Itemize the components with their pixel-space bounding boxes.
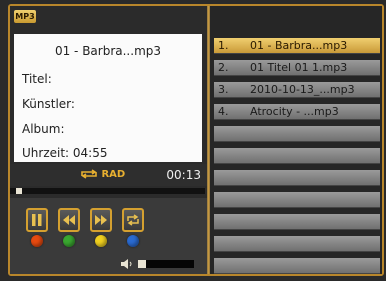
repeat-mode-indicator: RAD bbox=[80, 168, 140, 182]
playlist-row[interactable]: 3. 2010-10-13_...mp3 bbox=[214, 82, 380, 98]
playlist-row[interactable] bbox=[214, 126, 380, 142]
playlist-row-number: 1. bbox=[218, 39, 229, 52]
repeat-mode-label: RAD bbox=[101, 169, 126, 180]
playlist-row[interactable] bbox=[214, 258, 380, 274]
duration-label: Uhrzeit: 04:55 bbox=[22, 146, 108, 160]
track-info-box: 01 - Barbra...mp3 Titel: Künstler: Album… bbox=[14, 34, 202, 162]
pause-indicator-dot bbox=[31, 235, 43, 247]
pause-icon bbox=[32, 214, 42, 226]
media-player-window: MP3 01 - Barbra...mp3 Titel: Künstler: A… bbox=[8, 4, 384, 276]
repeat-button[interactable] bbox=[122, 208, 144, 232]
playlist-row[interactable] bbox=[214, 148, 380, 164]
title-label: Titel: bbox=[22, 72, 52, 86]
playlist-row[interactable]: 1. 01 - Barbra...mp3 bbox=[214, 38, 380, 54]
playlist-row-title: Atrocity - ...mp3 bbox=[250, 105, 339, 118]
fast-forward-icon bbox=[95, 215, 107, 225]
pause-button[interactable] bbox=[26, 208, 48, 232]
rewind-indicator-dot bbox=[63, 235, 75, 247]
playlist-panel: 1. 01 - Barbra...mp3 2. 01 Titel 01 1.mp3 3.… bbox=[210, 6, 382, 274]
playlist-row[interactable] bbox=[214, 214, 380, 230]
speaker-icon bbox=[121, 259, 132, 269]
now-playing-panel: MP3 01 - Barbra...mp3 Titel: Künstler: A… bbox=[10, 6, 207, 274]
rewind-icon bbox=[63, 215, 75, 225]
elapsed-time: 00:13 bbox=[166, 168, 201, 182]
file-type-badge: MP3 bbox=[14, 10, 36, 23]
playlist-row-title: 2010-10-13_...mp3 bbox=[250, 83, 355, 96]
playlist-row[interactable]: 4. Atrocity - ...mp3 bbox=[214, 104, 380, 120]
playlist-row-title: 01 Titel 01 1.mp3 bbox=[250, 61, 348, 74]
repeat-indicator-dot bbox=[127, 235, 139, 247]
playlist-row[interactable] bbox=[214, 192, 380, 208]
volume-slider[interactable] bbox=[138, 260, 194, 268]
repeat-icon bbox=[127, 214, 139, 226]
playback-controls bbox=[10, 198, 207, 274]
playlist-row-number: 4. bbox=[218, 105, 229, 118]
progress-handle[interactable] bbox=[16, 188, 22, 194]
fast-forward-button[interactable] bbox=[90, 208, 112, 232]
progress-bar[interactable] bbox=[10, 188, 205, 194]
playlist-row[interactable]: 2. 01 Titel 01 1.mp3 bbox=[214, 60, 380, 76]
repeat-mode-icon bbox=[81, 169, 97, 179]
track-filename: 01 - Barbra...mp3 bbox=[54, 44, 162, 58]
status-bar: RAD 00:13 bbox=[10, 164, 207, 186]
volume-level bbox=[138, 260, 146, 268]
playlist-row-number: 3. bbox=[218, 83, 229, 96]
fast-forward-indicator-dot bbox=[95, 235, 107, 247]
artist-label: Künstler: bbox=[22, 97, 75, 111]
playlist-row-title: 01 - Barbra...mp3 bbox=[250, 39, 348, 52]
playlist-row[interactable] bbox=[214, 236, 380, 252]
album-label: Album: bbox=[22, 122, 65, 136]
playlist-row-number: 2. bbox=[218, 61, 229, 74]
playlist-row[interactable] bbox=[214, 170, 380, 186]
rewind-button[interactable] bbox=[58, 208, 80, 232]
